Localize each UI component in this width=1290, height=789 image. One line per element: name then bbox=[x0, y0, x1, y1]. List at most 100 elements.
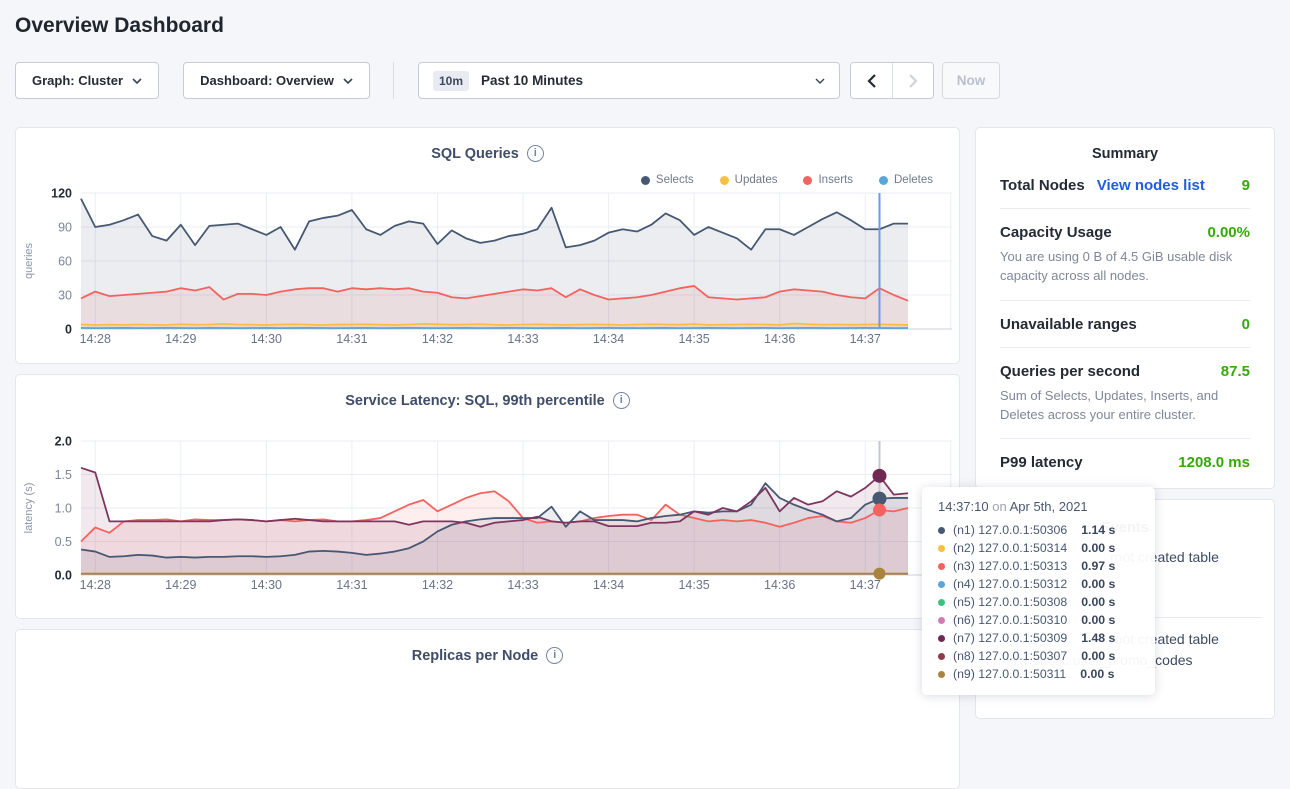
legend-dot-icon bbox=[803, 176, 812, 185]
info-icon[interactable]: i bbox=[527, 145, 544, 162]
hover-dot bbox=[873, 504, 886, 517]
svg-text:30: 30 bbox=[58, 289, 72, 303]
tooltip-header: 14:37:10 on Apr 5th, 2021 bbox=[938, 499, 1141, 514]
svg-text:0.0: 0.0 bbox=[55, 569, 72, 583]
overview-dashboard-page: Overview Dashboard Graph: Cluster Dashbo… bbox=[0, 14, 1290, 789]
charts-column: SQL Queries i SelectsUpdatesInsertsDelet… bbox=[15, 127, 960, 789]
chart-title-text: Replicas per Node bbox=[412, 648, 539, 664]
chart-title-text: Service Latency: SQL, 99th percentile bbox=[345, 393, 605, 409]
node-color-dot-icon bbox=[938, 617, 945, 624]
tooltip-row: (n6) 127.0.0.1:50310 0.00 s bbox=[938, 611, 1141, 629]
legend-dot-icon bbox=[879, 176, 888, 185]
tooltip-row: (n4) 127.0.0.1:50312 0.00 s bbox=[938, 575, 1141, 593]
svg-text:0.5: 0.5 bbox=[55, 535, 72, 549]
svg-text:14:36: 14:36 bbox=[764, 332, 795, 346]
view-nodes-list-link[interactable]: View nodes list bbox=[1097, 177, 1205, 194]
svg-text:latency (s): latency (s) bbox=[23, 483, 35, 534]
tooltip-node-label: (n1) 127.0.0.1:50306 bbox=[953, 523, 1067, 537]
svg-text:14:33: 14:33 bbox=[507, 332, 538, 346]
info-icon[interactable]: i bbox=[546, 647, 563, 664]
tooltip-row: (n9) 127.0.0.1:503110.00 s bbox=[938, 665, 1141, 683]
latency-chart-canvas[interactable]: 14:2814:2914:3014:3114:3214:3314:3414:35… bbox=[18, 427, 955, 597]
summary-value: 9 bbox=[1242, 177, 1250, 194]
tooltip-node-value: 0.00 s bbox=[1081, 577, 1115, 591]
summary-value: 87.5 bbox=[1221, 363, 1250, 380]
svg-text:14:37: 14:37 bbox=[850, 578, 881, 592]
svg-text:14:31: 14:31 bbox=[336, 332, 367, 346]
chart-hover-tooltip: 14:37:10 on Apr 5th, 2021 (n1) 127.0.0.1… bbox=[922, 487, 1155, 695]
node-color-dot-icon bbox=[938, 545, 945, 552]
svg-text:14:36: 14:36 bbox=[764, 578, 795, 592]
tooltip-node-value: 1.48 s bbox=[1081, 631, 1115, 645]
svg-text:14:34: 14:34 bbox=[593, 578, 624, 592]
node-color-dot-icon bbox=[938, 653, 945, 660]
node-color-dot-icon bbox=[938, 581, 945, 588]
summary-panel: Summary Total Nodes View nodes list 9 Ca… bbox=[975, 127, 1275, 489]
node-color-dot-icon bbox=[938, 635, 945, 642]
tooltip-node-value: 1.14 s bbox=[1081, 523, 1115, 537]
svg-text:90: 90 bbox=[58, 221, 72, 235]
tooltip-node-label: (n8) 127.0.0.1:50307 bbox=[953, 649, 1067, 663]
time-nav-group bbox=[850, 62, 934, 99]
svg-text:14:29: 14:29 bbox=[165, 578, 196, 592]
node-color-dot-icon bbox=[938, 671, 945, 678]
tooltip-node-label: (n4) 127.0.0.1:50312 bbox=[953, 577, 1067, 591]
now-button: Now bbox=[942, 62, 1000, 99]
dashboard-dropdown[interactable]: Dashboard: Overview bbox=[183, 62, 370, 99]
svg-text:14:35: 14:35 bbox=[678, 578, 709, 592]
page-title: Overview Dashboard bbox=[15, 14, 1290, 38]
sql-queries-chart-card: SQL Queries i SelectsUpdatesInsertsDelet… bbox=[15, 127, 960, 364]
summary-description: Sum of Selects, Updates, Inserts, and De… bbox=[1000, 387, 1250, 425]
tooltip-node-value: 0.00 s bbox=[1080, 667, 1114, 681]
summary-label: Queries per second bbox=[1000, 363, 1140, 380]
tooltip-on: on bbox=[992, 499, 1006, 514]
latency-chart-card: Service Latency: SQL, 99th percentile i … bbox=[15, 374, 960, 619]
svg-text:14:31: 14:31 bbox=[336, 578, 367, 592]
legend-dot-icon bbox=[720, 176, 729, 185]
summary-row-qps: Queries per second 87.5 Sum of Selects, … bbox=[1000, 348, 1250, 440]
svg-text:14:29: 14:29 bbox=[165, 332, 196, 346]
legend-dot-icon bbox=[641, 176, 650, 185]
time-range-selector[interactable]: 10m Past 10 Minutes bbox=[418, 62, 840, 99]
replicas-chart-title: Replicas per Node i bbox=[16, 647, 959, 664]
tooltip-row: (n8) 127.0.0.1:503070.00 s bbox=[938, 647, 1141, 665]
chevron-left-icon bbox=[867, 74, 876, 88]
summary-row-unavailable: Unavailable ranges 0 bbox=[1000, 301, 1250, 348]
svg-text:queries: queries bbox=[23, 242, 35, 279]
chevron-right-icon bbox=[909, 74, 918, 88]
tooltip-node-label: (n2) 127.0.0.1:50314 bbox=[953, 541, 1067, 555]
svg-text:14:34: 14:34 bbox=[593, 332, 624, 346]
summary-row-total-nodes: Total Nodes View nodes list 9 bbox=[1000, 162, 1250, 209]
summary-value: 0.00% bbox=[1207, 224, 1250, 241]
sql-queries-chart-canvas[interactable]: 14:2814:2914:3014:3114:3214:3314:3414:35… bbox=[18, 185, 955, 351]
tooltip-node-value: 0.00 s bbox=[1081, 613, 1115, 627]
tooltip-row: (n5) 127.0.0.1:503080.00 s bbox=[938, 593, 1141, 611]
summary-value: 1208.0 ms bbox=[1178, 454, 1250, 471]
svg-text:14:30: 14:30 bbox=[251, 332, 282, 346]
svg-text:2.0: 2.0 bbox=[55, 435, 72, 449]
summary-row-capacity: Capacity Usage 0.00% You are using 0 B o… bbox=[1000, 209, 1250, 301]
toolbar: Graph: Cluster Dashboard: Overview 10m P… bbox=[15, 62, 1275, 99]
summary-value: 0 bbox=[1242, 316, 1250, 333]
node-color-dot-icon bbox=[938, 599, 945, 606]
prev-range-button[interactable] bbox=[851, 63, 892, 98]
svg-text:1.5: 1.5 bbox=[55, 468, 72, 482]
svg-text:14:32: 14:32 bbox=[422, 578, 453, 592]
time-range-label: Past 10 Minutes bbox=[481, 73, 583, 88]
svg-text:14:37: 14:37 bbox=[850, 332, 881, 346]
time-range-badge: 10m bbox=[433, 71, 469, 91]
tooltip-row: (n3) 127.0.0.1:503130.97 s bbox=[938, 557, 1141, 575]
svg-text:1.0: 1.0 bbox=[55, 502, 72, 516]
node-color-dot-icon bbox=[938, 527, 945, 534]
tooltip-node-label: (n6) 127.0.0.1:50310 bbox=[953, 613, 1067, 627]
tooltip-node-value: 0.00 s bbox=[1081, 541, 1115, 555]
summary-label: Capacity Usage bbox=[1000, 224, 1112, 241]
sql-queries-chart-title: SQL Queries i bbox=[16, 145, 959, 162]
tooltip-rows: (n1) 127.0.0.1:50306 1.14 s (n2) 127.0.0.1… bbox=[938, 521, 1141, 683]
tooltip-node-label: (n3) 127.0.0.1:50313 bbox=[953, 559, 1067, 573]
info-icon[interactable]: i bbox=[613, 392, 630, 409]
graph-dropdown[interactable]: Graph: Cluster bbox=[15, 62, 159, 99]
summary-label: Total Nodes bbox=[1000, 177, 1085, 194]
node-color-dot-icon bbox=[938, 563, 945, 570]
summary-title: Summary bbox=[1000, 146, 1250, 162]
